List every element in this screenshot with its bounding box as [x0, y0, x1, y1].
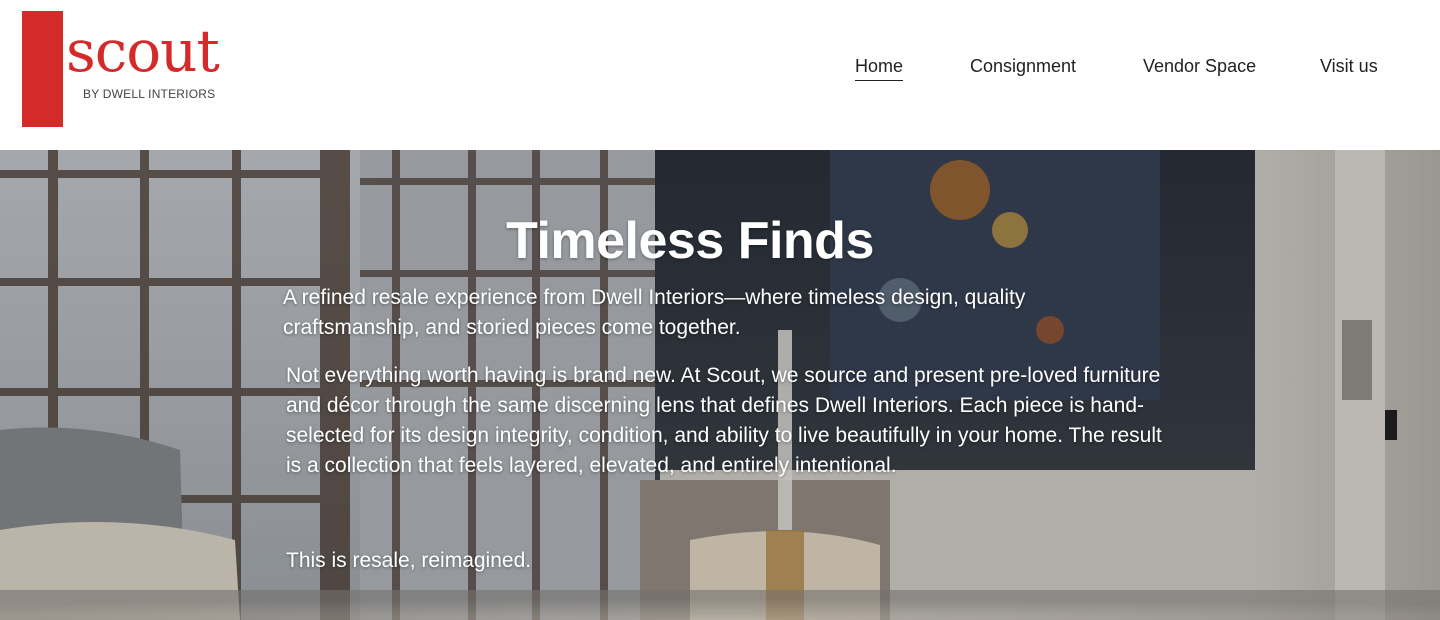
- main-nav: Home Consignment Vendor Space Visit us: [0, 55, 1440, 85]
- hero-section: Timeless Finds A refined resale experien…: [0, 150, 1440, 620]
- site-header: scout BY DWELL INTERIORS Home Consignmen…: [0, 0, 1440, 150]
- hero-body-text: Not everything worth having is brand new…: [286, 364, 1162, 477]
- nav-item-visit-us[interactable]: Visit us: [1320, 55, 1378, 77]
- logo-subtitle: BY DWELL INTERIORS: [83, 87, 216, 101]
- nav-item-home[interactable]: Home: [855, 55, 904, 81]
- hero-tagline: This is resale, reimagined.: [286, 549, 532, 572]
- hero-lead-text: A refined resale experience from Dwell I…: [283, 286, 1026, 339]
- nav-item-vendor-space[interactable]: Vendor Space: [1143, 55, 1256, 77]
- nav-item-consignment[interactable]: Consignment: [970, 55, 1076, 77]
- hero-title: Timeless Finds: [506, 212, 874, 270]
